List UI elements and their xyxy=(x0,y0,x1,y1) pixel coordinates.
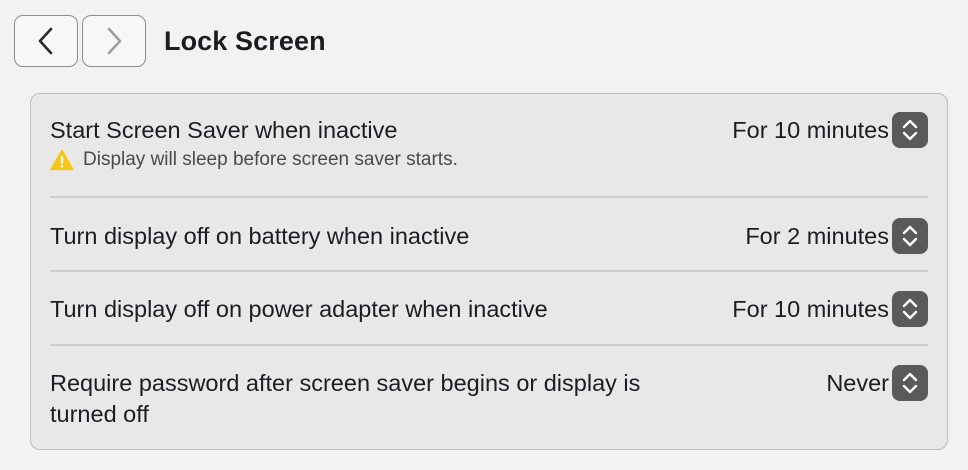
display-off-battery-label: Turn display off on battery when inactiv… xyxy=(50,223,470,249)
require-password-label: Require password after screen saver begi… xyxy=(50,368,640,430)
display-off-adapter-row: Turn display off on power adapter when i… xyxy=(50,291,928,331)
require-password-value: Never xyxy=(826,369,889,396)
divider xyxy=(50,270,928,272)
screen-saver-popup[interactable]: For 10 minutes xyxy=(732,112,928,148)
require-password-label-line1: Require password after screen saver begi… xyxy=(50,370,641,396)
display-off-battery-value: For 2 minutes xyxy=(745,222,889,249)
display-off-adapter-popup[interactable]: For 10 minutes xyxy=(732,291,928,327)
page-title: Lock Screen xyxy=(164,25,326,56)
display-off-battery-popup[interactable]: For 2 minutes xyxy=(745,218,928,254)
chevron-up-down-icon[interactable] xyxy=(892,218,928,254)
chevron-up-down-icon[interactable] xyxy=(892,291,928,327)
screen-saver-label: Start Screen Saver when inactive xyxy=(50,117,398,143)
divider xyxy=(50,196,928,198)
toolbar: Lock Screen xyxy=(14,13,326,69)
warning-triangle-icon xyxy=(50,149,74,171)
chevron-up-down-icon[interactable] xyxy=(892,112,928,148)
screen-saver-row: Start Screen Saver when inactive For 10 … xyxy=(50,112,928,192)
forward-button[interactable] xyxy=(82,15,146,67)
chevron-left-icon xyxy=(38,27,53,55)
sleep-warning: Display will sleep before screen saver s… xyxy=(50,149,458,171)
back-button[interactable] xyxy=(14,15,78,67)
chevron-right-icon xyxy=(107,27,122,55)
chevron-up-down-icon[interactable] xyxy=(892,365,928,401)
settings-panel: Start Screen Saver when inactive For 10 … xyxy=(30,93,948,450)
display-off-adapter-label: Turn display off on power adapter when i… xyxy=(50,296,548,322)
sleep-warning-text: Display will sleep before screen saver s… xyxy=(83,149,458,170)
display-off-adapter-value: For 10 minutes xyxy=(732,295,889,322)
require-password-label-line2: turned off xyxy=(50,401,149,427)
screen-saver-value: For 10 minutes xyxy=(732,116,889,143)
display-off-battery-row: Turn display off on battery when inactiv… xyxy=(50,218,928,258)
require-password-popup[interactable]: Never xyxy=(826,365,928,401)
require-password-row: Require password after screen saver begi… xyxy=(50,365,928,431)
divider xyxy=(50,344,928,346)
